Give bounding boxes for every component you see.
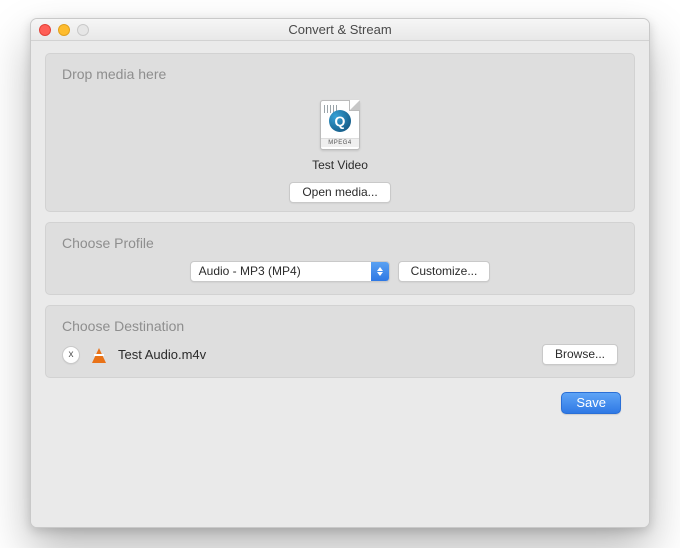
browse-button[interactable]: Browse... (542, 344, 618, 365)
choose-destination-panel: Choose Destination x Test Audio.m4v Brow… (45, 305, 635, 378)
drop-media-panel[interactable]: Drop media here Q MPEG4 Test Video Open … (45, 53, 635, 212)
content: Drop media here Q MPEG4 Test Video Open … (31, 41, 649, 527)
customize-button[interactable]: Customize... (398, 261, 491, 282)
quicktime-icon: Q (329, 110, 351, 132)
window-title: Convert & Stream (31, 22, 649, 37)
save-button[interactable]: Save (561, 392, 621, 414)
convert-stream-window: Convert & Stream Drop media here Q MPEG4… (30, 18, 650, 528)
window-controls (39, 24, 89, 36)
footer: Save (45, 388, 635, 414)
chevron-up-down-icon (371, 262, 389, 281)
profile-selected: Audio - MP3 (MP4) (199, 264, 301, 278)
profile-heading: Choose Profile (62, 235, 618, 251)
minimize-icon[interactable] (58, 24, 70, 36)
open-media-button[interactable]: Open media... (289, 182, 390, 203)
drop-heading: Drop media here (62, 66, 618, 82)
media-name: Test Video (312, 158, 368, 172)
profile-select[interactable]: Audio - MP3 (MP4) (190, 261, 390, 282)
format-badge: MPEG4 (321, 138, 359, 147)
close-icon[interactable] (39, 24, 51, 36)
destination-filename: Test Audio.m4v (118, 347, 206, 362)
destination-heading: Choose Destination (62, 318, 618, 334)
media-file: Q MPEG4 Test Video Open media... (62, 100, 618, 203)
media-file-icon: Q MPEG4 (320, 100, 360, 150)
titlebar: Convert & Stream (31, 19, 649, 41)
choose-profile-panel: Choose Profile Audio - MP3 (MP4) Customi… (45, 222, 635, 295)
clear-destination-button[interactable]: x (62, 346, 80, 364)
maximize-icon (77, 24, 89, 36)
vlc-icon (90, 346, 108, 364)
